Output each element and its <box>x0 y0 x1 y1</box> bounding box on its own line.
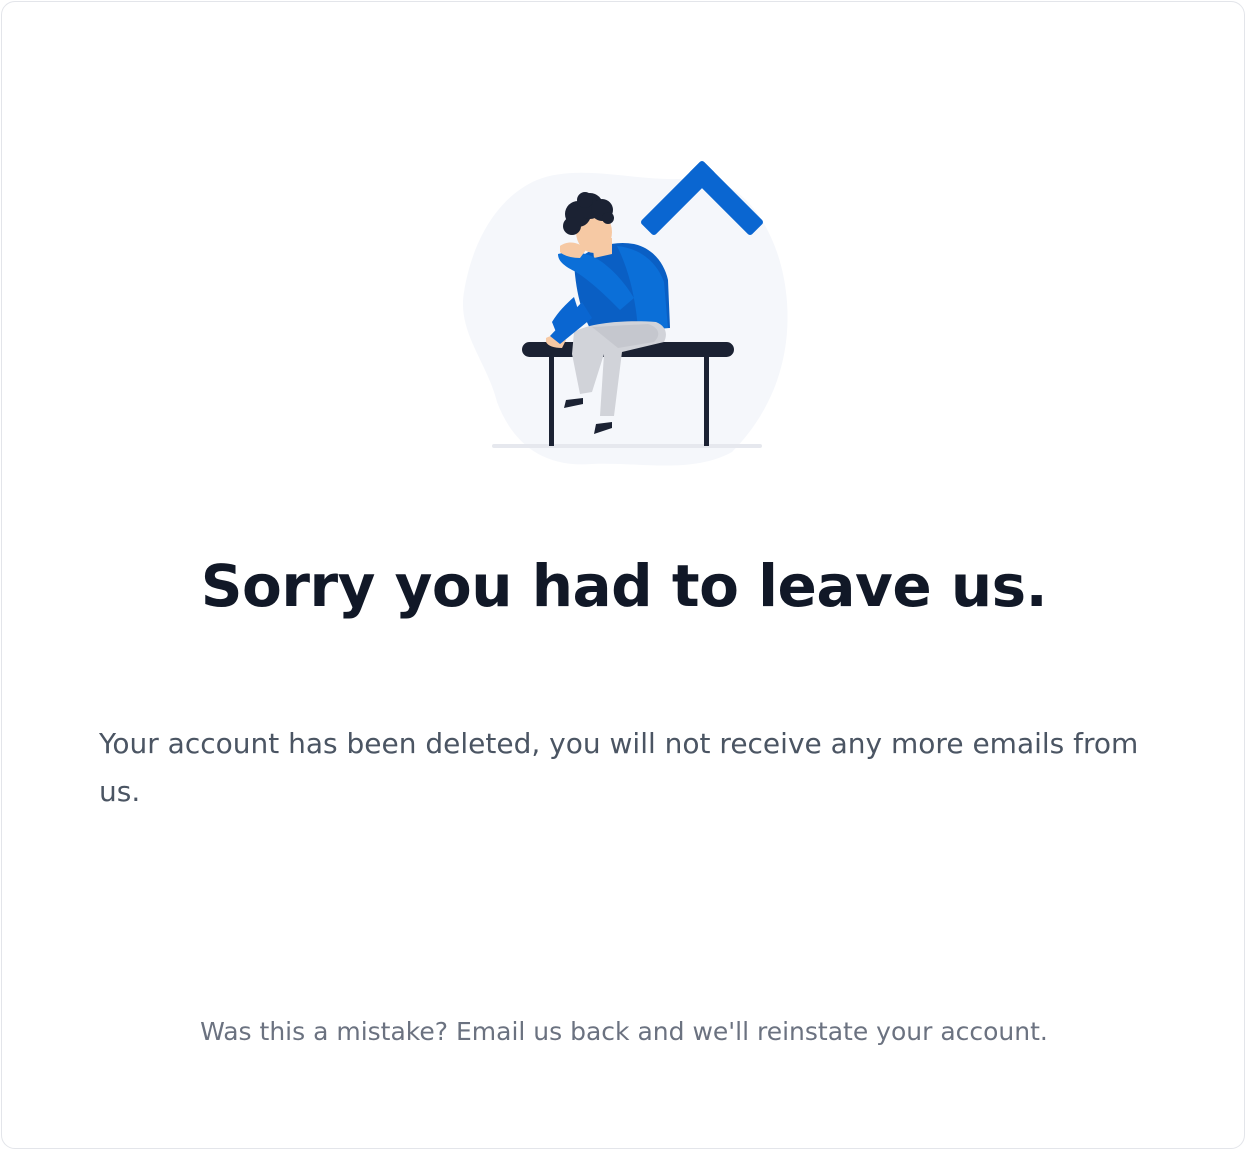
sad-person-illustration <box>442 122 812 482</box>
page-title: Sorry you had to leave us. <box>200 552 1048 620</box>
account-deleted-message: Your account has been deleted, you will … <box>99 727 1139 808</box>
bench-leg-left <box>549 350 554 446</box>
bench-leg-right <box>704 350 709 446</box>
account-deleted-card: Sorry you had to leave us. Your account … <box>1 1 1245 1149</box>
reinstate-note: Was this a mistake? Email us back and we… <box>200 1017 1048 1046</box>
floor-line <box>492 444 762 448</box>
